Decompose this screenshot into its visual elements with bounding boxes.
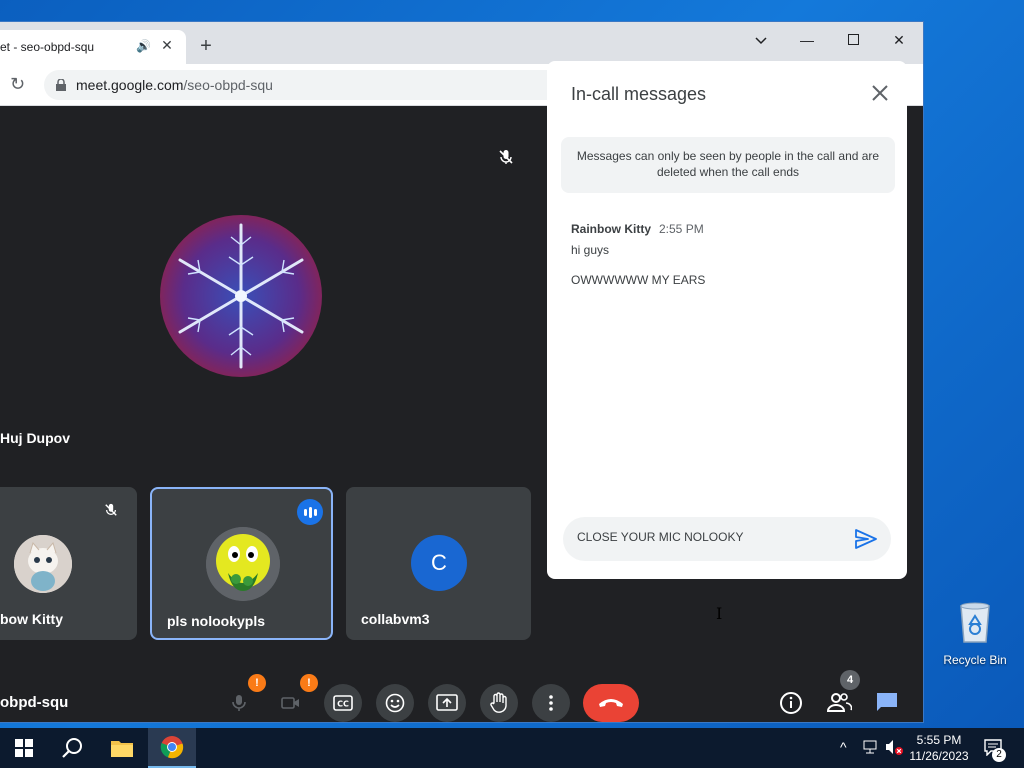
start-button[interactable] [0,728,48,768]
people-count-badge: 4 [840,670,860,690]
reload-icon[interactable]: ↻ [10,74,25,95]
clock-date: 11/26/2023 [909,749,969,763]
message-time: 2:55 PM [659,222,704,236]
tab-title: et - seo-obpd-squ [0,40,95,54]
search-button[interactable] [48,728,96,768]
hand-icon [490,692,507,713]
participant-tile[interactable]: C collabvm3 [346,487,531,640]
participant-tile[interactable]: bow Kitty [0,487,137,640]
meeting-details-button[interactable] [779,691,803,720]
mic-button[interactable]: ! [220,674,266,722]
text-cursor-icon: I [716,604,723,623]
system-clock[interactable]: 5:55 PM 11/26/2023 [906,732,972,764]
tab-meet[interactable]: et - seo-obpd-squ 🔊 ✕ [0,30,186,64]
participant-avatar [206,527,280,601]
main-participant-avatar [160,215,322,377]
tab-bar: et - seo-obpd-squ 🔊 ✕ + — ✕ [0,22,923,64]
chat-message: hi guys [571,243,610,257]
chat-input-box [563,517,891,561]
tab-close-icon[interactable]: ✕ [158,36,176,54]
send-icon[interactable] [855,529,877,549]
chrome-icon [160,736,184,759]
url-text: meet.google.com/seo-obpd-squ [76,77,273,93]
chat-message-input[interactable] [577,530,837,544]
mic-icon [232,695,246,711]
main-participant-name: Huj Dupov [0,430,70,446]
info-icon [780,692,802,714]
maximize-icon[interactable] [830,26,876,54]
hang-up-icon [599,699,623,707]
more-vert-icon [549,695,553,711]
recycle-bin-icon [960,602,990,643]
mic-off-icon [105,503,117,516]
taskbar: ^ 5:55 PM 11/26/2023 2 [0,728,1024,768]
close-icon[interactable] [870,83,890,103]
message-sender: Rainbow Kitty [571,222,651,236]
mic-warning-badge: ! [248,674,266,692]
camera-button[interactable]: ! [272,674,318,722]
volume-muted-icon[interactable] [885,739,903,755]
chat-message: OWWWWWW MY EARS [571,273,706,287]
participant-name: collabvm3 [361,611,430,627]
windows-logo-icon [15,739,33,757]
chat-panel: In-call messages Messages can only be se… [547,61,907,579]
recycle-bin-label: Recycle Bin [943,653,1007,667]
recycle-bin[interactable]: Recycle Bin [936,600,1014,667]
present-screen-icon [436,694,458,711]
emoji-icon [385,693,405,713]
chat-notice: Messages can only be seen by people in t… [561,137,895,193]
chrome-taskbar-button[interactable] [148,728,196,768]
mic-off-icon [499,150,513,164]
speaking-indicator-icon [297,499,323,525]
lock-icon [56,79,66,91]
url-path: /seo-obpd-squ [183,77,273,93]
file-explorer-button[interactable] [98,728,146,768]
tab-search-icon[interactable] [738,26,784,54]
chat-icon [877,693,897,711]
participant-tile[interactable]: pls nolookypls [150,487,333,640]
browser-window: et - seo-obpd-squ 🔊 ✕ + — ✕ ↻ meet.googl… [0,22,923,722]
meeting-code: obpd-squ [0,694,69,711]
folder-icon [111,741,133,757]
search-icon [62,738,82,758]
more-options-button[interactable] [532,684,570,722]
captions-icon: CC [333,695,353,711]
end-call-button[interactable] [583,684,639,722]
participant-avatar [14,535,72,593]
svg-text:CC: CC [337,700,349,709]
close-window-icon[interactable]: ✕ [876,26,922,54]
captions-button[interactable]: CC [324,684,362,722]
raise-hand-button[interactable] [480,684,518,722]
network-icon[interactable] [863,739,879,755]
chevron-up-icon[interactable]: ^ [840,739,847,755]
participant-name: pls nolookypls [167,613,266,629]
new-tab-button[interactable]: + [194,35,218,59]
tab-audio-icon[interactable]: 🔊 [136,39,151,53]
url-host: meet.google.com [76,77,184,93]
people-button[interactable] [826,691,853,718]
people-icon [826,693,853,712]
camera-icon [281,697,299,709]
reactions-button[interactable] [376,684,414,722]
participant-name: bow Kitty [0,611,63,627]
chat-panel-title: In-call messages [571,84,707,104]
minimize-icon[interactable]: — [784,26,830,54]
chat-button[interactable] [875,691,899,718]
present-screen-button[interactable] [428,684,466,722]
participant-initial-avatar: C [411,535,467,591]
camera-warning-badge: ! [300,674,318,692]
notification-count-badge: 2 [992,748,1006,762]
clock-time: 5:55 PM [916,733,962,747]
